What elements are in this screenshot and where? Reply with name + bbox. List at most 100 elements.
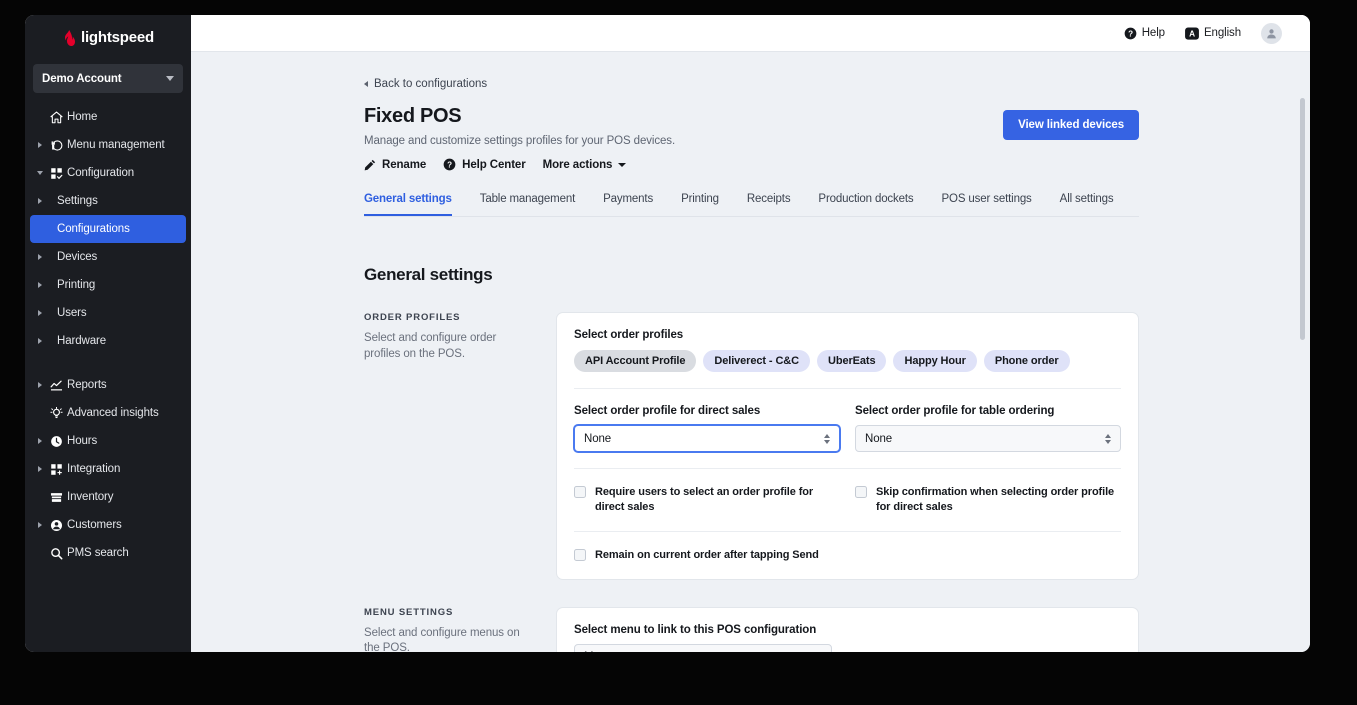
back-to-configurations-link[interactable]: Back to configurations <box>364 78 487 90</box>
sidebar-item-home[interactable]: Home <box>25 103 191 131</box>
chevron-right-icon[interactable] <box>35 198 45 204</box>
sidebar-item-inventory[interactable]: Inventory <box>25 483 191 511</box>
sidebar-item-label: Menu management <box>67 139 165 151</box>
menu-settings-description: Select and configure menus on the POS. <box>364 626 520 652</box>
sidebar-item-hours[interactable]: Hours <box>25 427 191 455</box>
chevron-right-icon[interactable] <box>35 254 45 260</box>
sidebar-item-customers[interactable]: Customers <box>25 511 191 539</box>
order-profiles-side: ORDER PROFILES Select and configure orde… <box>364 312 556 362</box>
help-center-button[interactable]: ? Help Center <box>443 158 526 171</box>
rename-button[interactable]: Rename <box>364 159 426 171</box>
menu-select[interactable]: Menu <box>574 643 832 652</box>
remain-on-order-row: Remain on current order after tapping Se… <box>574 530 1121 579</box>
sidebar-item-reports[interactable]: Reports <box>25 371 191 399</box>
sidebar-item-label: Hours <box>67 435 98 447</box>
order-profile-chip[interactable]: API Account Profile <box>574 350 697 372</box>
sidebar-nav: Home Menu management Configuration Settings… <box>25 103 191 567</box>
menu-settings-block: MENU SETTINGS Select and configure menus… <box>364 606 1139 652</box>
more-actions-label: More actions <box>542 158 613 171</box>
require-order-profile-label: Require users to select an order profile… <box>595 486 814 513</box>
chevron-right-icon[interactable] <box>35 522 45 528</box>
sidebar-item-configurations[interactable]: Configurations <box>30 215 186 243</box>
language-selector[interactable]: A English <box>1185 27 1241 40</box>
help-circle-icon: ? <box>443 158 456 171</box>
order-profile-chip[interactable]: Happy Hour <box>893 350 977 372</box>
skip-confirmation-checkbox-row[interactable]: Skip confirmation when selecting order p… <box>855 485 1121 515</box>
remain-on-order-checkbox-row[interactable]: Remain on current order after tapping Se… <box>574 548 1121 563</box>
account-switcher[interactable]: Demo Account <box>33 64 183 93</box>
order-profile-chips: API Account Profile Deliverect - C&C UberE… <box>574 350 1121 372</box>
brand-logo: lightspeed <box>25 15 191 55</box>
sidebar-item-advanced-insights[interactable]: Advanced insights <box>25 399 191 427</box>
brand-name: lightspeed <box>80 29 154 46</box>
chevron-down-icon[interactable] <box>35 171 45 175</box>
require-order-profile-checkbox[interactable] <box>574 486 586 498</box>
inventory-icon <box>45 491 67 504</box>
order-profile-chip[interactable]: Deliverect - C&C <box>703 350 810 372</box>
skip-confirmation-checkbox[interactable] <box>855 486 867 498</box>
desktop-background: lightspeed Demo Account Home Menu managem… <box>0 0 1357 705</box>
remain-on-order-checkbox[interactable] <box>574 548 586 561</box>
account-name: Demo Account <box>42 72 122 85</box>
sidebar-item-label: Inventory <box>67 491 114 503</box>
chevron-right-icon[interactable] <box>35 466 45 472</box>
sidebar-item-pms-search[interactable]: PMS search <box>25 539 191 567</box>
tab-receipts[interactable]: Receipts <box>747 193 791 216</box>
chevron-right-icon[interactable] <box>35 142 45 148</box>
tab-general-settings[interactable]: General settings <box>364 193 452 216</box>
main-area: ? Help A English Back to configurations … <box>191 15 1310 652</box>
tab-payments[interactable]: Payments <box>603 193 653 216</box>
help-button[interactable]: ? Help <box>1124 27 1165 40</box>
chevron-right-icon[interactable] <box>35 338 45 344</box>
direct-sales-select[interactable]: None <box>574 425 840 452</box>
tab-production-dockets[interactable]: Production dockets <box>818 193 913 216</box>
scroll-region[interactable]: Back to configurations Fixed POS Manage … <box>191 52 1310 652</box>
sidebar-item-label: PMS search <box>67 547 129 559</box>
vertical-scrollbar[interactable] <box>1300 98 1305 340</box>
avatar[interactable] <box>1261 22 1282 44</box>
sidebar-item-label: Configurations <box>57 223 130 235</box>
tab-all-settings[interactable]: All settings <box>1060 193 1114 216</box>
chevron-right-icon[interactable] <box>35 382 45 388</box>
sidebar-item-menu-management[interactable]: Menu management <box>25 131 191 159</box>
sidebar-item-label: Home <box>67 111 98 123</box>
tab-table-management[interactable]: Table management <box>480 193 576 216</box>
language-icon: A <box>1185 27 1199 40</box>
chevron-right-icon[interactable] <box>35 282 45 288</box>
configuration-icon <box>45 167 67 180</box>
table-ordering-select[interactable]: None <box>855 425 1121 452</box>
require-order-profile-checkbox-row[interactable]: Require users to select an order profile… <box>574 485 840 515</box>
menu-select-label: Select menu to link to this POS configur… <box>574 623 817 636</box>
svg-text:A: A <box>1189 29 1195 38</box>
sidebar-separator <box>25 355 191 371</box>
stepper-icon <box>824 433 830 444</box>
tab-printing[interactable]: Printing <box>681 193 719 216</box>
sidebar-item-label: Integration <box>67 463 121 475</box>
caret-down-icon <box>618 162 627 167</box>
sidebar-item-configuration[interactable]: Configuration <box>25 159 191 187</box>
lightspeed-flame-icon <box>64 29 75 46</box>
sidebar-item-hardware[interactable]: Hardware <box>25 327 191 355</box>
pencil-icon <box>364 159 376 170</box>
integration-icon <box>45 463 67 476</box>
svg-text:?: ? <box>447 160 452 169</box>
chevron-right-icon[interactable] <box>35 438 45 444</box>
sidebar-item-printing[interactable]: Printing <box>25 271 191 299</box>
sidebar-item-settings[interactable]: Settings <box>25 187 191 215</box>
view-linked-devices-button[interactable]: View linked devices <box>1003 110 1139 140</box>
sidebar-item-label: Configuration <box>67 167 135 179</box>
tab-pos-user-settings[interactable]: POS user settings <box>942 193 1032 216</box>
more-actions-button[interactable]: More actions <box>543 159 627 171</box>
sidebar-item-devices[interactable]: Devices <box>25 243 191 271</box>
order-profile-chip[interactable]: UberEats <box>816 350 887 372</box>
sidebar-item-integration[interactable]: Integration <box>25 455 191 483</box>
sidebar-item-users[interactable]: Users <box>25 299 191 327</box>
order-profile-chip[interactable]: Phone order <box>983 350 1070 372</box>
chevron-right-icon[interactable] <box>35 310 45 316</box>
skip-confirmation-label: Skip confirmation when selecting order p… <box>876 486 1115 513</box>
reports-icon <box>45 379 67 392</box>
stepper-icon <box>1105 433 1111 444</box>
rename-label: Rename <box>382 158 427 171</box>
sidebar-item-label: Printing <box>57 279 96 291</box>
sidebar-item-label: Reports <box>67 379 107 391</box>
